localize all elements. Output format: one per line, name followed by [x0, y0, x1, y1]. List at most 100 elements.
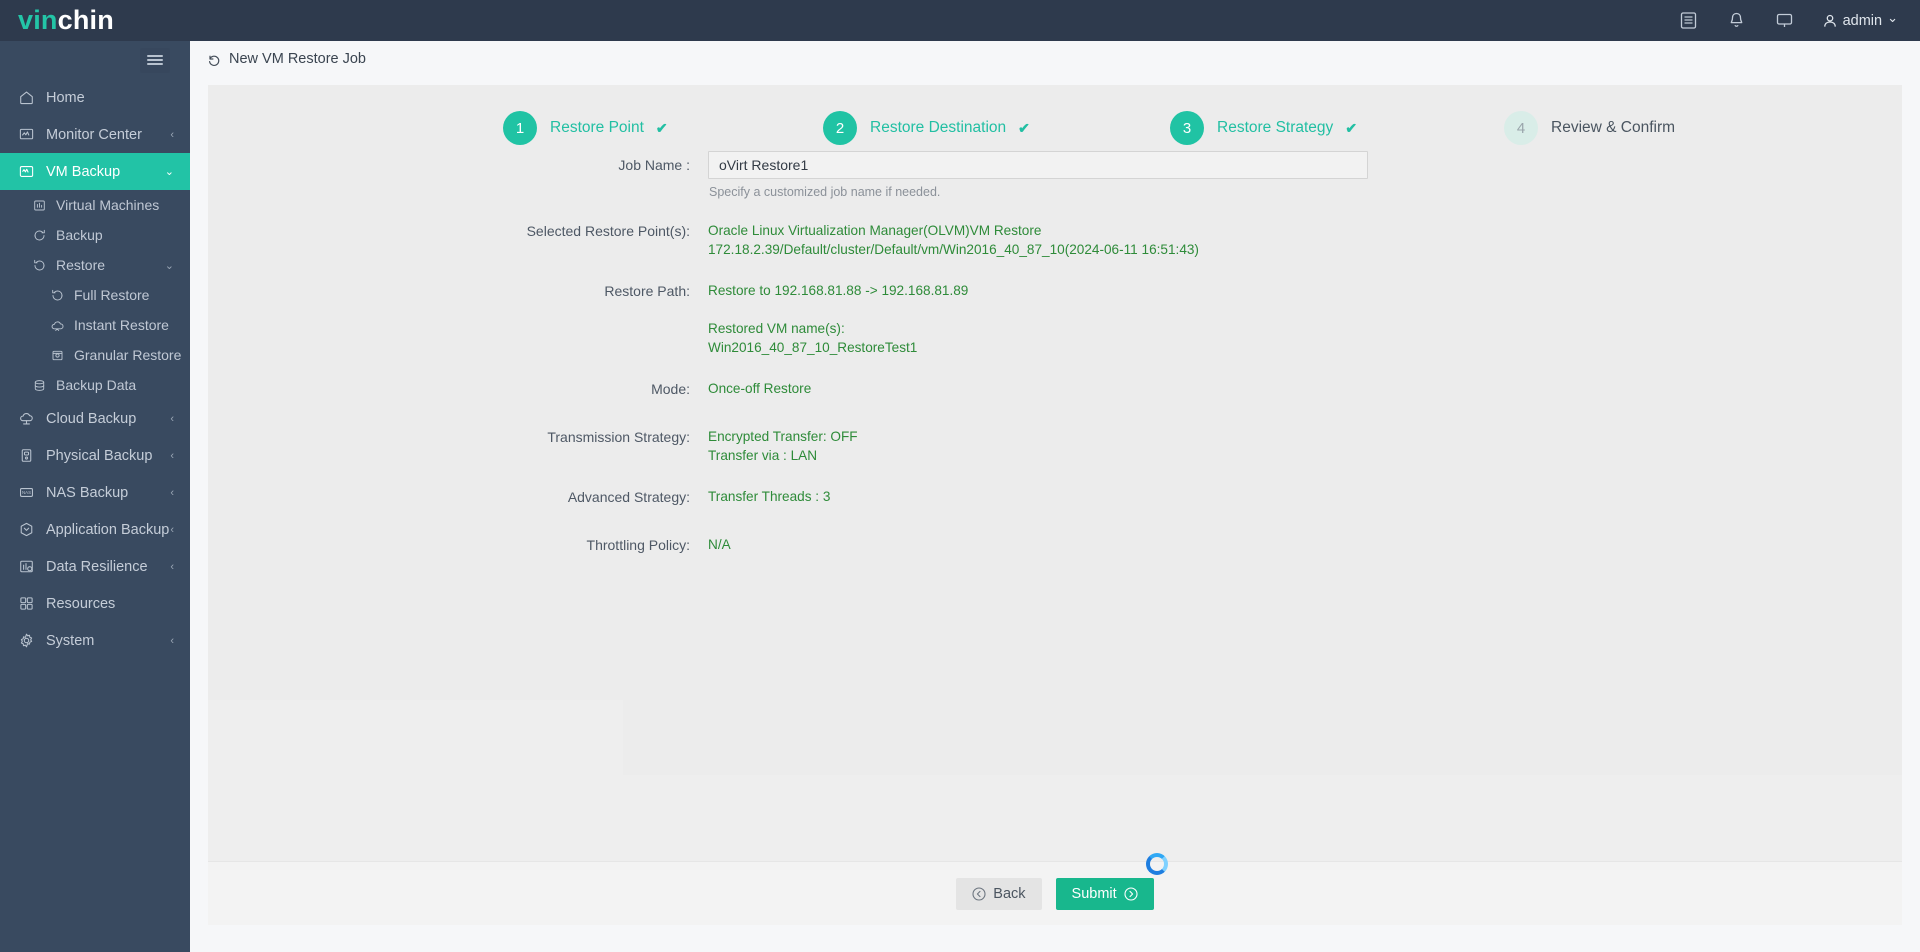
sidebar-item-restore[interactable]: Restore ⌄ — [0, 250, 190, 280]
wizard-step-label: Restore Destination — [870, 119, 1007, 136]
sidebar-item-chevron-icon: ‹ — [170, 523, 174, 536]
submit-button-label: Submit — [1071, 885, 1117, 902]
wizard-step-label: Review & Confirm — [1551, 119, 1676, 136]
detail-value-line: Transfer Threads : 3 — [708, 489, 831, 504]
wizard-card: 1 Restore Point ✔ 2 Restore Destination ✔ 3 Res… — [208, 85, 1902, 925]
back-arrow-icon[interactable] — [206, 52, 221, 67]
backup-icon — [30, 227, 48, 243]
detail-row: Advanced Strategy: Transfer Threads : 3 — [208, 487, 1902, 513]
sidebar-item-nas-backup[interactable]: NAS NAS Backup ‹ — [0, 474, 190, 511]
detail-value: Transfer Threads : 3 — [708, 487, 830, 513]
job-name-input[interactable] — [708, 151, 1368, 179]
list-icon[interactable] — [1678, 10, 1700, 32]
instant-restore-icon — [48, 317, 66, 333]
logo-part-two: chin — [57, 5, 114, 35]
sidebar-item-instant-restore[interactable]: Instant Restore — [0, 310, 190, 340]
wizard-step-number: 1 — [503, 111, 537, 145]
monitor-center-icon — [16, 126, 36, 144]
detail-value-line: 172.18.2.39/Default/cluster/Default/vm/W… — [708, 242, 1199, 257]
sidebar-item-full-restore[interactable]: Full Restore — [0, 280, 190, 310]
wizard-step-label: Restore Point — [550, 119, 644, 136]
sidebar-item-home[interactable]: Home — [0, 79, 190, 116]
breadcrumb: New VM Restore Job — [190, 41, 1920, 77]
sidebar-item-chevron-icon: ⌄ — [164, 259, 174, 272]
hamburger-icon[interactable] — [140, 47, 170, 73]
bell-icon[interactable] — [1726, 10, 1748, 32]
user-icon — [1823, 14, 1836, 27]
sidebar-item-physical-backup[interactable]: Physical Backup ‹ — [0, 437, 190, 474]
top-bar: vinchin admin ⌄ — [0, 0, 1920, 41]
wizard-step-4[interactable]: 4 Review & Confirm — [1504, 111, 1675, 145]
detail-rows: Selected Restore Point(s): Oracle Linux V… — [208, 221, 1902, 583]
sidebar-collapse-row — [0, 41, 190, 79]
sidebar-item-label: Virtual Machines — [56, 197, 160, 213]
detail-row: Restore Path: Restore to 192.168.81.88 ->… — [208, 281, 1902, 357]
sidebar-item-label: VM Backup — [46, 163, 121, 180]
submit-button[interactable]: Submit — [1055, 877, 1154, 910]
logo-part-one: vin — [18, 5, 58, 35]
sidebar-item-label: Backup Data — [56, 377, 137, 393]
detail-value-line: Oracle Linux Virtualization Manager(OLVM… — [708, 223, 1042, 238]
top-bar-actions: admin ⌄ — [1678, 10, 1920, 32]
sidebar-item-label: NAS Backup — [46, 484, 129, 501]
sidebar-item-chevron-icon: ‹ — [170, 560, 174, 573]
sidebar-item-label: Backup — [56, 227, 103, 243]
wizard-step-3[interactable]: 3 Restore Strategy ✔ — [1170, 111, 1357, 145]
sidebar-item-application-backup[interactable]: Application Backup ‹ — [0, 511, 190, 548]
detail-label: Transmission Strategy: — [547, 429, 690, 445]
sidebar-item-resources[interactable]: Resources — [0, 585, 190, 622]
sidebar-item-label: Resources — [46, 595, 116, 612]
sidebar-item-chevron-icon: ‹ — [170, 486, 174, 499]
restore-icon — [30, 257, 48, 273]
vm-icon — [16, 163, 36, 181]
sidebar: Home Monitor Center ‹ VM Backup ⌄ Virtual Mac… — [0, 41, 190, 952]
sidebar-item-label: Data Resilience — [46, 558, 148, 575]
check-icon: ✔ — [1018, 119, 1030, 136]
detail-value: Encrypted Transfer: OFF Transfer via : LA… — [708, 427, 858, 465]
nas-backup-icon: NAS — [16, 484, 36, 502]
sidebar-item-vm-backup[interactable]: VM Backup ⌄ — [0, 153, 190, 190]
detail-value-line: Restore to 192.168.81.88 -> 192.168.81.8… — [708, 283, 969, 298]
sidebar-item-label: Monitor Center — [46, 126, 142, 143]
back-button[interactable]: Back — [956, 877, 1042, 910]
detail-row: Throttling Policy: N/A — [208, 535, 1902, 561]
home-icon — [16, 89, 36, 107]
back-button-label: Back — [993, 885, 1026, 902]
sidebar-item-chevron-icon: ‹ — [170, 634, 174, 647]
wizard-step-2[interactable]: 2 Restore Destination ✔ — [823, 111, 1030, 145]
full-restore-icon — [48, 287, 66, 303]
granular-restore-icon — [48, 347, 66, 363]
wizard-step-number: 3 — [1170, 111, 1204, 145]
wizard-step-number: 4 — [1504, 111, 1538, 145]
sidebar-item-granular-restore[interactable]: Granular Restore — [0, 340, 190, 370]
wizard-step-label: Restore Strategy — [1217, 119, 1334, 136]
page-area: New VM Restore Job 1 Restore Point ✔ 2 Resto… — [190, 41, 1920, 952]
sidebar-item-data-resilience[interactable]: Data Resilience ‹ — [0, 548, 190, 585]
user-menu[interactable]: admin ⌄ — [1822, 10, 1898, 29]
sidebar-item-cloud-backup[interactable]: Cloud Backup ‹ — [0, 400, 190, 437]
sidebar-item-chevron-icon: ⌄ — [164, 166, 174, 178]
wizard-step-number: 2 — [823, 111, 857, 145]
app-logo[interactable]: vinchin — [0, 7, 190, 34]
detail-label: Mode: — [651, 381, 690, 397]
system-icon — [16, 632, 36, 650]
page-title: New VM Restore Job — [229, 51, 366, 67]
wizard-footer: Back Submit — [208, 861, 1902, 925]
job-name-hint: Specify a customized job name if needed. — [709, 185, 941, 199]
detail-value: N/A — [708, 535, 731, 561]
sidebar-item-label: Application Backup — [46, 521, 170, 538]
sidebar-item-monitor-center[interactable]: Monitor Center ‹ — [0, 116, 190, 153]
sidebar-item-backup[interactable]: Backup — [0, 220, 190, 250]
monitor-icon[interactable] — [1774, 10, 1796, 32]
sidebar-item-virtual-machines[interactable]: Virtual Machines — [0, 190, 190, 220]
review-form: Job Name : Specify a customized job name… — [208, 145, 1902, 583]
detail-value-line: N/A — [708, 537, 731, 552]
detail-label: Selected Restore Point(s): — [526, 223, 690, 239]
sidebar-item-chevron-icon: ‹ — [170, 449, 174, 462]
sidebar-item-backup-data[interactable]: Backup Data — [0, 370, 190, 400]
detail-value-line: Restored VM name(s): — [708, 321, 845, 336]
sidebar-item-system[interactable]: System ‹ — [0, 622, 190, 659]
check-icon: ✔ — [655, 119, 668, 136]
wizard-step-1[interactable]: 1 Restore Point ✔ — [503, 111, 668, 145]
detail-value-line: Encrypted Transfer: OFF — [708, 429, 858, 444]
